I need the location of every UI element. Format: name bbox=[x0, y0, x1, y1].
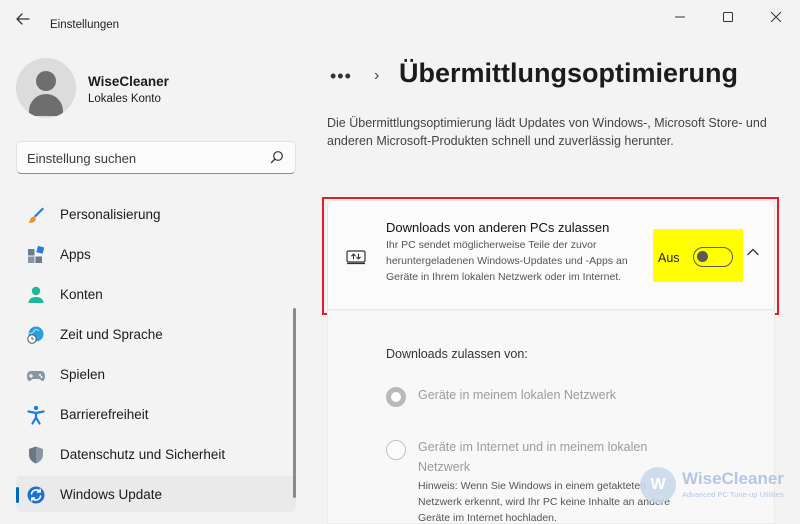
watermark-logo: W WiseCleaner Advanced PC Tune-up Utilit… bbox=[640, 465, 800, 511]
sidebar-item-label: Konten bbox=[60, 287, 103, 302]
sidebar-nav: Personalisierung Apps Konten Zeit und Sp… bbox=[16, 196, 296, 516]
apps-icon bbox=[28, 245, 45, 263]
minimize-icon bbox=[675, 16, 685, 18]
setting-title: Downloads von anderen PCs zulassen bbox=[386, 220, 610, 235]
watermark-brand: WiseCleaner bbox=[682, 469, 784, 488]
window-title: Einstellungen bbox=[50, 19, 120, 31]
sidebar-item-zeit-und-sprache[interactable]: Zeit und Sprache bbox=[16, 316, 296, 352]
accessibility-icon bbox=[27, 405, 45, 425]
chevron-up-icon[interactable] bbox=[746, 247, 760, 257]
maximize-icon bbox=[723, 12, 733, 22]
sidebar-item-label: Datenschutz und Sicherheit bbox=[60, 447, 226, 462]
sidebar-item-konten[interactable]: Konten bbox=[16, 276, 296, 312]
windows-update-icon bbox=[27, 486, 45, 504]
page-title: Übermittlungsoptimierung bbox=[399, 58, 738, 88]
minimize-button[interactable] bbox=[656, 0, 704, 34]
profile-account-type: Lokales Konto bbox=[88, 93, 161, 105]
close-icon bbox=[771, 12, 781, 22]
sidebar-item-label: Barrierefreiheit bbox=[60, 407, 149, 422]
close-button[interactable] bbox=[752, 0, 800, 34]
account-icon bbox=[28, 286, 44, 303]
radio-label-local-network: Geräte in meinem lokalen Netzwerk bbox=[418, 388, 616, 402]
sidebar-item-personalisierung[interactable]: Personalisierung bbox=[16, 196, 296, 232]
sidebar-item-label: Spielen bbox=[60, 367, 106, 382]
search-input[interactable]: Einstellung suchen bbox=[16, 141, 296, 174]
toggle-knob bbox=[697, 251, 708, 262]
radio-local-network[interactable] bbox=[386, 387, 406, 407]
gamepad-icon bbox=[27, 371, 45, 381]
title-bar: Einstellungen bbox=[0, 0, 800, 36]
search-icon bbox=[270, 151, 283, 164]
profile-name: WiseCleaner bbox=[88, 74, 169, 89]
sidebar-item-label: Zeit und Sprache bbox=[60, 327, 163, 342]
sidebar-item-apps[interactable]: Apps bbox=[16, 236, 296, 272]
setting-card-downloads-from-other-pcs[interactable]: Downloads von anderen PCs zulassen Ihr P… bbox=[327, 200, 775, 310]
arrow-left-icon bbox=[16, 13, 30, 25]
shield-icon bbox=[29, 446, 43, 464]
watermark-tagline: Advanced PC Tune-up Utilities bbox=[682, 490, 784, 499]
sidebar-item-label: Personalisierung bbox=[60, 207, 161, 222]
back-button[interactable] bbox=[8, 8, 38, 30]
sidebar-item-datenschutz-und-sicherheit[interactable]: Datenschutz und Sicherheit bbox=[16, 436, 296, 472]
globe-clock-icon bbox=[27, 326, 44, 344]
sidebar-item-label: Apps bbox=[60, 247, 91, 262]
maximize-button[interactable] bbox=[704, 0, 752, 34]
pc-transfer-icon bbox=[346, 250, 366, 265]
toggle-state-label: Aus bbox=[658, 251, 680, 265]
avatar bbox=[16, 58, 76, 118]
allow-from-heading: Downloads zulassen von: bbox=[386, 347, 528, 361]
watermark-icon: W bbox=[640, 467, 676, 503]
sidebar-item-windows-update[interactable]: Windows Update bbox=[16, 476, 296, 512]
sidebar-item-spielen[interactable]: Spielen bbox=[16, 356, 296, 392]
window-controls bbox=[656, 0, 800, 34]
search-placeholder: Einstellung suchen bbox=[27, 151, 137, 166]
chevron-right-icon: › bbox=[374, 67, 380, 84]
breadcrumb-more-button[interactable]: ••• bbox=[330, 66, 352, 87]
setting-description: Ihr PC sendet möglicherweise Teile der z… bbox=[386, 239, 628, 283]
downloads-toggle-switch[interactable] bbox=[693, 247, 733, 267]
sidebar-item-barrierefreiheit[interactable]: Barrierefreiheit bbox=[16, 396, 296, 432]
page-description: Die Übermittlungsoptimierung lädt Update… bbox=[327, 116, 767, 148]
radio-internet-and-local[interactable] bbox=[386, 440, 406, 460]
brush-icon bbox=[28, 207, 44, 223]
sidebar-scrollbar[interactable] bbox=[293, 308, 296, 498]
sidebar-item-label: Windows Update bbox=[60, 487, 163, 502]
toggle-highlight: Aus bbox=[653, 229, 743, 282]
